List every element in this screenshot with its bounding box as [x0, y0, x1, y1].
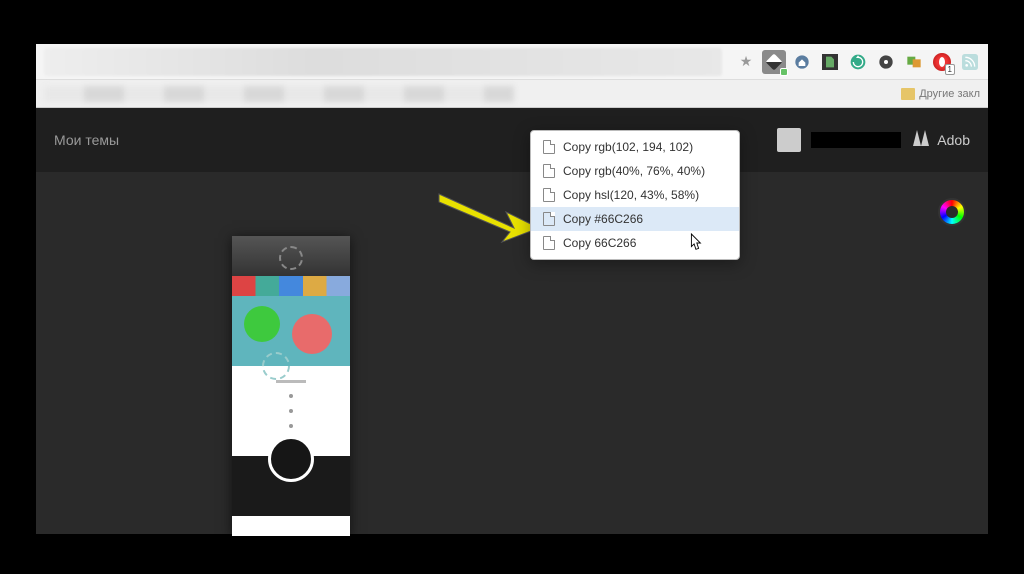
bookmarks-bar: Другие закл: [36, 80, 988, 108]
username-redacted: [811, 132, 901, 148]
menu-item-copy-hsl[interactable]: Copy hsl(120, 43%, 58%): [531, 183, 739, 207]
app-content-area: Мои темы Adob: [36, 108, 988, 534]
copy-icon: [543, 164, 555, 178]
other-bookmarks-label: Другие закл: [919, 88, 980, 100]
copy-icon: [543, 140, 555, 154]
adobe-brand[interactable]: Adob: [911, 130, 970, 150]
menu-item-label: Copy #66C266: [563, 212, 643, 226]
app-header: Мои темы Adob: [36, 108, 988, 172]
theme-thumbnail[interactable]: [232, 236, 350, 536]
folder-icon: [901, 88, 915, 100]
thumb-section-teal: [232, 296, 350, 366]
thumb-section-footer: [232, 456, 350, 516]
thumb-section-strip: [232, 276, 350, 296]
bookmark-star-icon[interactable]: ★: [734, 50, 758, 74]
cursor-pointer-icon: [686, 232, 704, 254]
color-wheel-button[interactable]: [938, 198, 966, 226]
rss-extension-icon[interactable]: [958, 50, 982, 74]
menu-item-copy-hex[interactable]: Copy #66C266: [531, 207, 739, 231]
opera-extension-icon[interactable]: 1: [930, 50, 954, 74]
thumb-section-dark: [232, 236, 350, 276]
other-bookmarks-button[interactable]: Другие закл: [901, 88, 980, 100]
home-extension-icon[interactable]: [790, 50, 814, 74]
page-title: Мои темы: [54, 132, 119, 148]
menu-item-label: Copy hsl(120, 43%, 58%): [563, 188, 699, 202]
browser-toolbar: ★ 1: [36, 44, 988, 80]
annotation-arrow: [434, 184, 544, 244]
menu-item-copy-hex-nohash[interactable]: Copy 66C266: [531, 231, 739, 255]
address-bar-blurred: [44, 48, 722, 76]
menu-item-label: Copy rgb(102, 194, 102): [563, 140, 693, 154]
menu-item-copy-rgb[interactable]: Copy rgb(102, 194, 102): [531, 135, 739, 159]
opera-badge-count: 1: [945, 64, 955, 75]
eyedropper-extension-icon[interactable]: [762, 50, 786, 74]
refresh-extension-icon[interactable]: [846, 50, 870, 74]
menu-item-label: Copy 66C266: [563, 236, 636, 250]
menu-item-label: Copy rgb(40%, 76%, 40%): [563, 164, 705, 178]
copy-icon: [543, 212, 555, 226]
disc-extension-icon[interactable]: [874, 50, 898, 74]
menu-item-copy-rgb-pct[interactable]: Copy rgb(40%, 76%, 40%): [531, 159, 739, 183]
bookmarks-blurred: [44, 86, 514, 102]
color-copy-context-menu: Copy rgb(102, 194, 102) Copy rgb(40%, 76…: [530, 130, 740, 260]
copy-icon: [543, 236, 555, 250]
adobe-logo-icon: [911, 130, 931, 150]
copy-icon: [543, 188, 555, 202]
adobe-brand-text: Adob: [937, 132, 970, 148]
translate-extension-icon[interactable]: [902, 50, 926, 74]
color-badge: [780, 68, 788, 76]
avatar[interactable]: [777, 128, 801, 152]
evernote-extension-icon[interactable]: [818, 50, 842, 74]
